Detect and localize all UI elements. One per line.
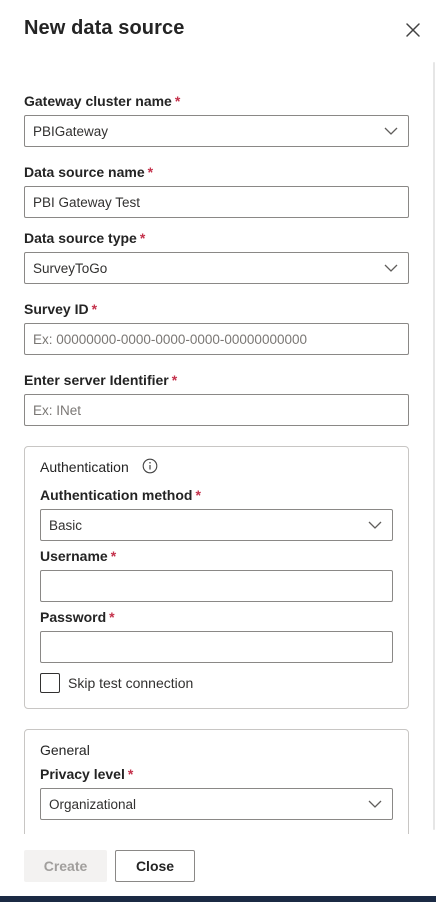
survey-id-input[interactable]: Ex: 00000000-0000-0000-0000-00000000000 [24, 323, 409, 355]
gateway-cluster-dropdown[interactable]: PBIGateway [24, 115, 409, 147]
chevron-down-icon [368, 521, 382, 529]
privacy-level-dropdown[interactable]: Organizational [40, 788, 393, 820]
data-source-name-input[interactable]: PBI Gateway Test [24, 186, 409, 218]
gateway-cluster-label-text: Gateway cluster name [24, 93, 172, 109]
general-title: General [40, 742, 90, 758]
server-identifier-label-text: Enter server Identifier [24, 372, 169, 388]
privacy-level-label: Privacy level * [40, 766, 133, 782]
username-label: Username * [40, 548, 116, 564]
data-source-type-dropdown[interactable]: SurveyToGo [24, 252, 409, 284]
survey-id-placeholder: Ex: 00000000-0000-0000-0000-00000000000 [33, 332, 307, 347]
panel-title: New data source [24, 17, 185, 39]
gateway-cluster-value: PBIGateway [33, 124, 109, 139]
data-source-type-label-text: Data source type [24, 230, 137, 246]
taskbar-edge [0, 896, 436, 902]
required-marker: * [127, 766, 134, 782]
auth-method-label-text: Authentication method [40, 487, 193, 503]
authentication-title: Authentication [40, 459, 129, 475]
auth-method-value: Basic [49, 518, 83, 533]
survey-id-label-text: Survey ID [24, 301, 89, 317]
password-input[interactable] [40, 631, 393, 663]
data-source-name-label-text: Data source name [24, 164, 145, 180]
username-label-text: Username [40, 548, 108, 564]
chevron-down-icon [368, 800, 382, 808]
required-marker: * [109, 609, 115, 625]
server-identifier-input[interactable]: Ex: INet [24, 394, 409, 426]
required-marker: * [147, 164, 154, 180]
data-source-type-value: SurveyToGo [33, 261, 108, 276]
new-data-source-panel: New data source Gateway cluster name * PB… [0, 0, 436, 896]
info-icon[interactable] [142, 458, 158, 474]
chevron-down-icon [384, 127, 398, 135]
skip-test-connection-checkbox[interactable] [40, 673, 60, 693]
required-marker: * [110, 548, 117, 564]
auth-method-dropdown[interactable]: Basic [40, 509, 393, 541]
scrollbar-thumb[interactable] [433, 62, 435, 830]
create-button[interactable]: Create [24, 850, 107, 882]
gateway-cluster-label: Gateway cluster name * [24, 93, 180, 109]
server-identifier-label: Enter server Identifier * [24, 372, 177, 388]
server-identifier-placeholder: Ex: INet [33, 403, 82, 418]
username-input[interactable] [40, 570, 393, 602]
close-button[interactable]: Close [115, 850, 195, 882]
password-label: Password * [40, 609, 115, 625]
data-source-name-label: Data source name * [24, 164, 153, 180]
data-source-type-label: Data source type * [24, 230, 145, 246]
privacy-level-value: Organizational [49, 797, 137, 812]
auth-method-label: Authentication method * [40, 487, 201, 503]
survey-id-label: Survey ID * [24, 301, 97, 317]
required-marker: * [174, 93, 181, 109]
data-source-name-value: PBI Gateway Test [33, 195, 141, 210]
close-icon[interactable] [402, 19, 424, 41]
chevron-down-icon [384, 264, 398, 272]
password-label-text: Password [40, 609, 107, 625]
required-marker: * [91, 301, 98, 317]
required-marker: * [139, 230, 146, 246]
required-marker: * [171, 372, 178, 388]
privacy-level-label-text: Privacy level [40, 766, 125, 782]
skip-test-connection-label[interactable]: Skip test connection [68, 675, 193, 691]
required-marker: * [195, 487, 201, 503]
